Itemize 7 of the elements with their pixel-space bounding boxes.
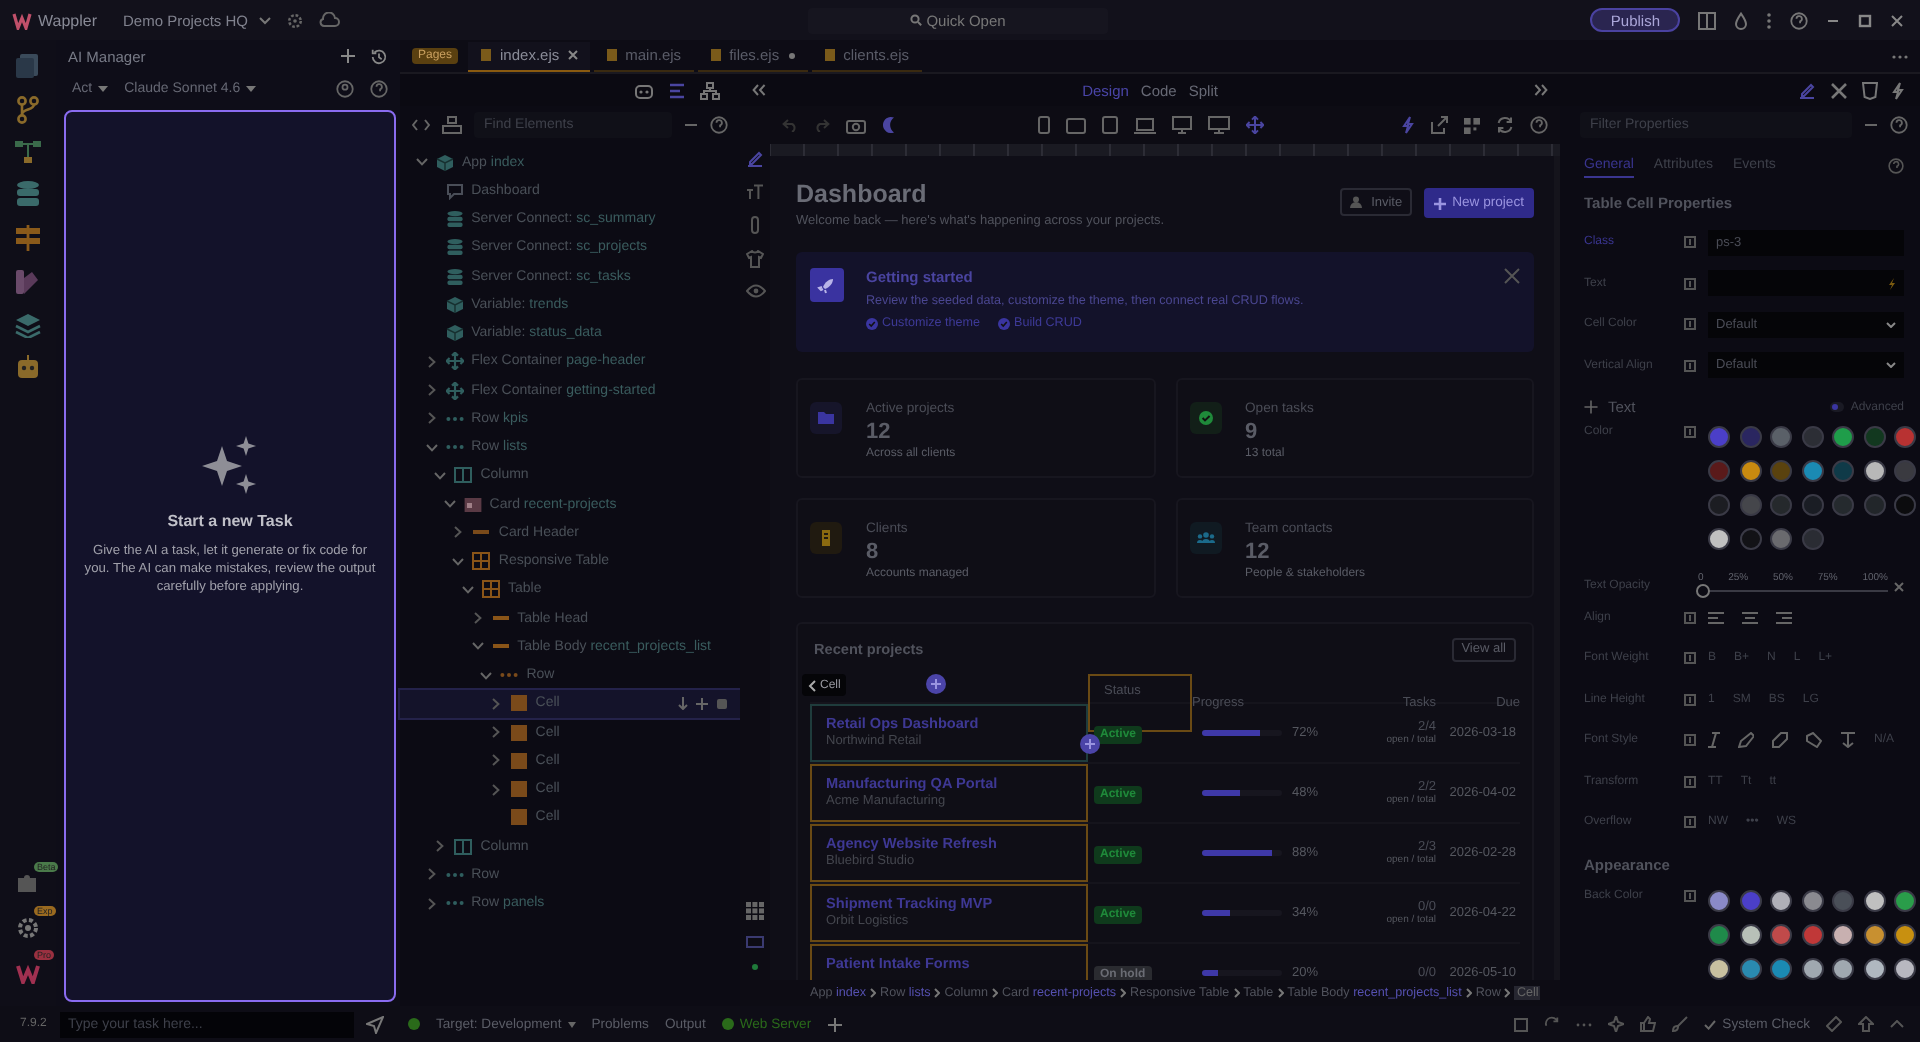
empty-title: Start a new Task bbox=[167, 512, 293, 531]
app-name: Wappler bbox=[38, 11, 97, 29]
stat-value: 9 bbox=[1245, 420, 1260, 444]
stat-value: 8 bbox=[866, 540, 881, 564]
stat-value: 12 bbox=[1245, 540, 1272, 564]
stat-value: 12 bbox=[866, 420, 893, 444]
page-title: Dashboard bbox=[796, 180, 929, 208]
